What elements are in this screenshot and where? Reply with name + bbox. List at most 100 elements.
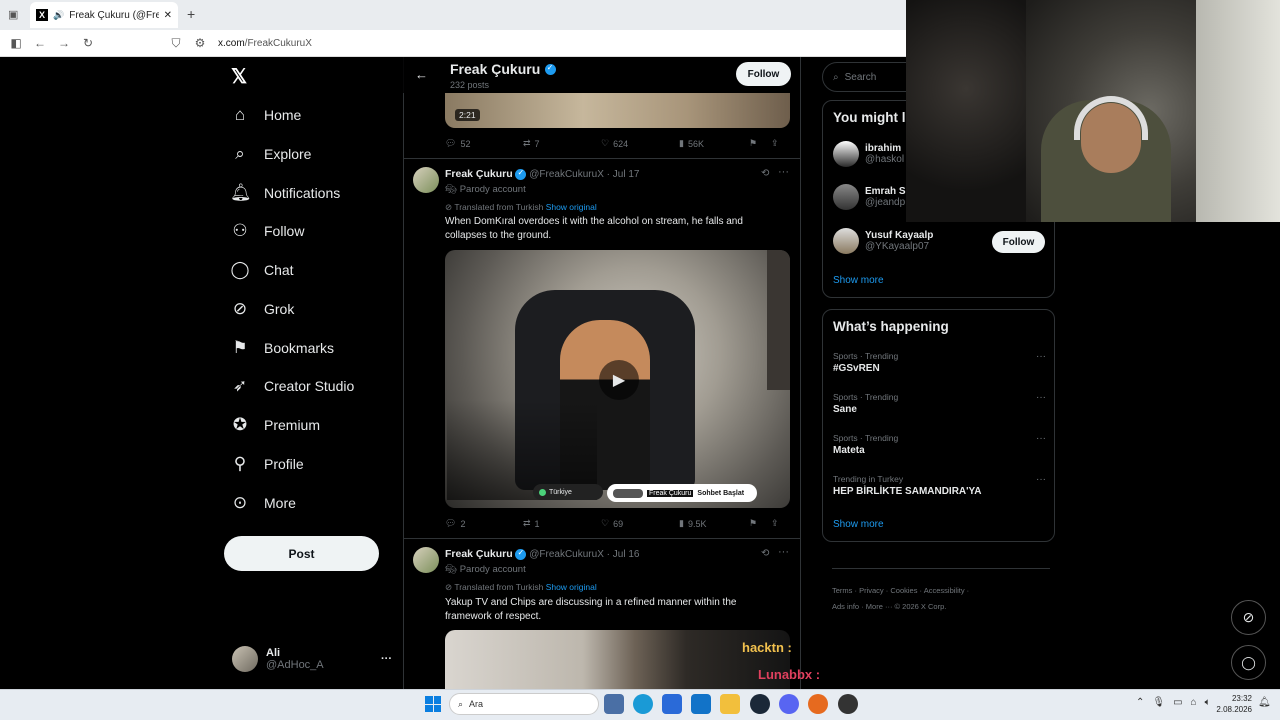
- notifications-icon[interactable]: 🔔︎: [1258, 697, 1271, 708]
- tweet-date[interactable]: · Jul 17: [607, 169, 640, 180]
- tweet-handle[interactable]: @FreakCukuruX: [529, 549, 604, 560]
- edge-icon[interactable]: [633, 694, 653, 714]
- show-more-link[interactable]: Show more: [833, 519, 884, 530]
- trend-more-icon[interactable]: ···: [1036, 351, 1046, 362]
- trend-item[interactable]: Trending in Turkey HEP BİRLİKTE SAMANDIR…: [833, 474, 1046, 497]
- news-app-icon[interactable]: [604, 694, 624, 714]
- trend-item[interactable]: Sports · Trending Sane ···: [833, 392, 1046, 415]
- tweet-more-icon[interactable]: ···: [778, 546, 789, 558]
- suggestion-row[interactable]: Yusuf Kayaalp @YKayaalp07: [833, 228, 933, 254]
- tweet-video[interactable]: [445, 630, 790, 689]
- new-tab-icon[interactable]: +: [187, 6, 195, 22]
- trend-more-icon[interactable]: ···: [1036, 392, 1046, 403]
- nav-item-follow[interactable]: ⚇ Follow: [230, 212, 304, 250]
- play-button[interactable]: ▶: [599, 360, 639, 400]
- nav-item-premium[interactable]: ✪ Premium: [230, 406, 320, 444]
- avatar[interactable]: [413, 547, 439, 573]
- nav-item-creator-studio[interactable]: ➶ Creator Studio: [230, 367, 354, 405]
- back-arrow-icon[interactable]: ←: [415, 67, 428, 82]
- show-more-link[interactable]: Show more: [833, 275, 884, 286]
- tweet-author[interactable]: Freak Çukuru: [445, 168, 513, 180]
- browser-tab[interactable]: X 🔊 Freak Çukuru (@FreakCuku... ✕: [30, 2, 178, 28]
- suggestion-row[interactable]: ibrahim @haskol: [833, 141, 904, 167]
- tab-close-icon[interactable]: ✕: [164, 10, 172, 21]
- show-original-link[interactable]: Show original: [546, 202, 597, 212]
- footer-link[interactable]: Privacy: [859, 586, 884, 595]
- avatar[interactable]: [413, 167, 439, 193]
- nav-item-bookmarks[interactable]: ⚑ Bookmarks: [230, 329, 334, 367]
- account-more-icon[interactable]: ···: [381, 653, 392, 665]
- share-icon[interactable]: ⇪: [771, 138, 779, 149]
- discord-icon[interactable]: [779, 694, 799, 714]
- footer-link[interactable]: Cookies: [890, 586, 917, 595]
- tray-icons[interactable]: ⌃🎙︎▭⌂🔈︎: [1136, 697, 1219, 708]
- grok-tweet-icon[interactable]: ⟲: [761, 548, 769, 559]
- reply-button[interactable]: 💬︎ 52: [445, 138, 523, 149]
- clock[interactable]: 23:32 2.08.2026: [1212, 693, 1252, 715]
- trend-item[interactable]: Sports · Trending #GSvREN ···: [833, 351, 1046, 374]
- steam-icon[interactable]: [750, 694, 770, 714]
- windows-start-icon[interactable]: [425, 696, 441, 712]
- nav-item-more[interactable]: ⊙ More: [230, 484, 296, 522]
- forward-icon[interactable]: →: [52, 36, 76, 50]
- back-icon[interactable]: ←: [28, 36, 52, 50]
- footer-link[interactable]: Ads info: [832, 602, 859, 611]
- chat-start-pill[interactable]: Freak Çukuru Sohbet Başlat: [607, 484, 757, 502]
- site-settings-icon[interactable]: ⚙: [188, 36, 212, 50]
- grok-floating-button[interactable]: ⊘: [1231, 600, 1266, 635]
- url-text[interactable]: x.com/FreakCukuruX: [218, 38, 312, 49]
- trend-more-icon[interactable]: ···: [1036, 433, 1046, 444]
- grok-tweet-icon[interactable]: ⟲: [761, 168, 769, 179]
- nav-item-label: Follow: [264, 223, 305, 239]
- nav-item-profile[interactable]: ⚲ Profile: [230, 445, 304, 483]
- country-chip[interactable]: Türkiye: [533, 484, 603, 500]
- account-switcher[interactable]: Ali @AdHoc_A ···: [232, 642, 392, 676]
- shield-icon[interactable]: ⛉: [164, 36, 188, 51]
- search-input[interactable]: Search: [845, 72, 877, 83]
- tweet-video[interactable]: ▶ Türkiye Freak Çukuru Sohbet Başlat: [445, 250, 790, 508]
- nav-item-chat[interactable]: ◯ Chat: [230, 251, 293, 289]
- tweet-author[interactable]: Freak Çukuru: [445, 548, 513, 560]
- footer-link[interactable]: More ···: [866, 602, 893, 611]
- views-button[interactable]: ▮ 9.5K: [679, 518, 749, 529]
- firefox-icon[interactable]: [808, 694, 828, 714]
- outlook-icon[interactable]: [691, 694, 711, 714]
- reply-button[interactable]: 💬︎ 2: [445, 518, 523, 529]
- bookmark-icon[interactable]: ⚑: [749, 518, 771, 529]
- repost-button[interactable]: ⇄ 1: [523, 518, 601, 529]
- messages-floating-button[interactable]: ◯: [1231, 645, 1266, 680]
- store-icon[interactable]: [662, 694, 682, 714]
- footer-link[interactable]: Accessibility: [924, 586, 965, 595]
- profile-name: Freak Çukuru: [450, 61, 541, 77]
- follow-button[interactable]: Follow: [736, 62, 791, 86]
- tweet-date[interactable]: · Jul 16: [607, 549, 640, 560]
- reload-icon[interactable]: ↻: [76, 36, 100, 50]
- post-button[interactable]: Post: [224, 536, 379, 571]
- bookmark-icon[interactable]: ⚑: [749, 138, 771, 149]
- sidebar-toggle-icon[interactable]: ◧: [4, 36, 28, 50]
- nav-item-notifications[interactable]: 🔔︎ Notifications: [230, 174, 340, 212]
- like-button[interactable]: ♡ 69: [601, 518, 679, 529]
- share-icon[interactable]: ⇪: [771, 518, 779, 529]
- nav-item-explore[interactable]: ⌕ Explore: [230, 135, 311, 173]
- footer-link[interactable]: Terms: [832, 586, 852, 595]
- file-explorer-icon[interactable]: [720, 694, 740, 714]
- follow-button[interactable]: Follow: [992, 231, 1045, 253]
- suggestion-name: Yusuf Kayaalp: [865, 230, 934, 241]
- trend-more-icon[interactable]: ···: [1036, 474, 1046, 485]
- tweet-handle[interactable]: @FreakCukuruX: [529, 169, 604, 180]
- views-button[interactable]: ▮ 56K: [679, 138, 749, 149]
- x-logo[interactable]: 𝕏: [231, 64, 247, 89]
- trend-item[interactable]: Sports · Trending Mateta ···: [833, 433, 1046, 456]
- top-video[interactable]: 2:21: [445, 93, 790, 128]
- app-icon[interactable]: [838, 694, 858, 714]
- like-button[interactable]: ♡ 624: [601, 138, 679, 149]
- tab-actions-icon[interactable]: ▣: [8, 8, 18, 21]
- suggestion-row[interactable]: Emrah S @jeandp: [833, 184, 906, 210]
- repost-button[interactable]: ⇄ 7: [523, 138, 601, 149]
- nav-item-home[interactable]: ⌂ Home: [230, 96, 302, 134]
- show-original-link[interactable]: Show original: [546, 582, 597, 592]
- nav-item-grok[interactable]: ⊘ Grok: [230, 290, 294, 328]
- taskbar-search[interactable]: ⌕ Ara: [449, 693, 599, 715]
- tweet-more-icon[interactable]: ···: [778, 166, 789, 178]
